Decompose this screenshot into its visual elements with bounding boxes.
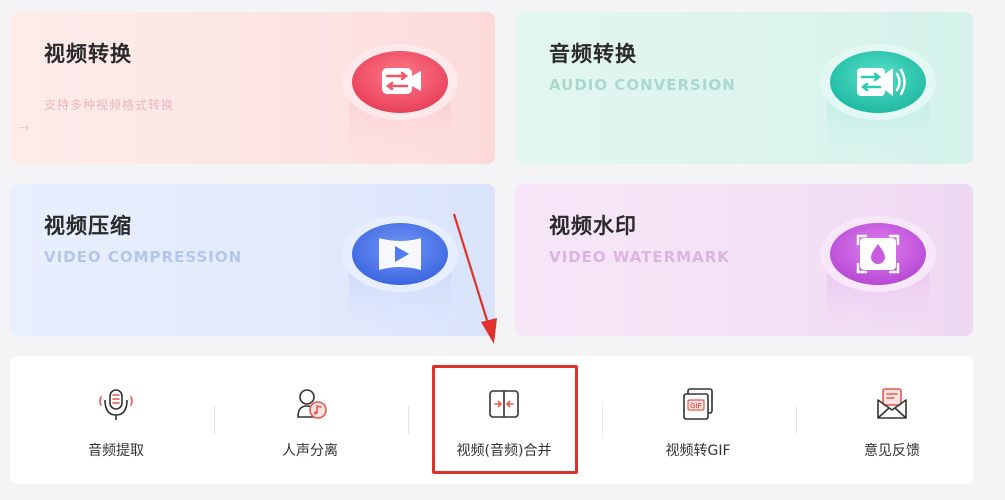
video-watermark-icon xyxy=(820,216,936,336)
card-subtitle: VIDEO WATERMARK xyxy=(549,248,730,266)
card-title: 音频转换 xyxy=(549,42,637,66)
tool-label: 音频提取 xyxy=(88,443,144,459)
gif-icon: GIF xyxy=(683,388,713,420)
tool-audio-extract[interactable]: 音频提取 xyxy=(20,356,212,484)
microphone-icon xyxy=(99,389,133,420)
card-title: 视频压缩 xyxy=(44,214,132,238)
voice-separate-icon xyxy=(297,389,327,419)
arrow-icon: → xyxy=(18,120,30,136)
svg-text:GIF: GIF xyxy=(690,403,702,410)
tool-voice-separate[interactable]: 人声分离 xyxy=(214,356,406,484)
annotation-arrow-icon xyxy=(452,213,497,344)
card-video-compress[interactable]: 视频压缩 VIDEO COMPRESSION xyxy=(10,184,495,336)
card-audio-convert[interactable]: 音频转换 AUDIO CONVERSION xyxy=(515,12,973,164)
card-video-watermark[interactable]: 视频水印 VIDEO WATERMARK xyxy=(515,184,973,336)
card-video-convert[interactable]: 视频转换 支持多种视频格式转换 → xyxy=(10,12,495,164)
card-subtitle: AUDIO CONVERSION xyxy=(549,76,736,94)
feedback-mail-icon xyxy=(877,388,907,419)
card-title: 视频水印 xyxy=(549,214,637,238)
card-subtitle: 支持多种视频格式转换 xyxy=(44,98,175,112)
card-subtitle: VIDEO COMPRESSION xyxy=(44,248,243,266)
tool-feedback[interactable]: 意见反馈 xyxy=(796,356,988,484)
tool-label: 意见反馈 xyxy=(864,443,920,459)
tool-label: 人声分离 xyxy=(282,443,338,459)
audio-convert-icon xyxy=(820,44,936,164)
highlight-box xyxy=(432,365,578,474)
tool-video-to-gif[interactable]: GIF 视频转GIF xyxy=(602,356,794,484)
card-title: 视频转换 xyxy=(44,42,132,66)
video-convert-icon xyxy=(342,44,458,164)
tool-label: 视频转GIF xyxy=(665,443,731,459)
